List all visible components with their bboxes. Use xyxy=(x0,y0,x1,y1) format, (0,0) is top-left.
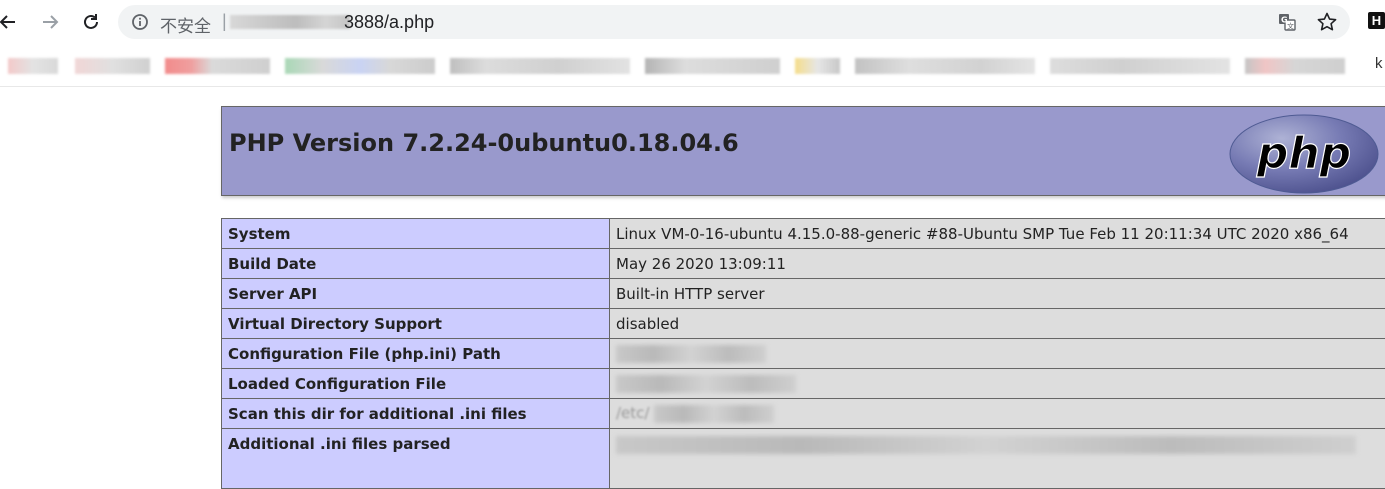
row-key: Loaded Configuration File xyxy=(222,369,610,399)
bookmark-item[interactable] xyxy=(285,58,435,74)
php-logo[interactable]: php xyxy=(1228,113,1380,195)
table-row: Loaded Configuration File xyxy=(222,369,1385,399)
page-content: PHP Version 7.2.24-0ubuntu0.18.04.6 php … xyxy=(0,87,1385,487)
security-label[interactable]: 不安全 xyxy=(160,12,211,37)
php-logo-text: php xyxy=(1256,128,1351,179)
row-key: Additional .ini files parsed xyxy=(222,429,610,489)
bookmark-item[interactable] xyxy=(855,58,1035,74)
table-row: Additional .ini files parsed xyxy=(222,429,1385,489)
row-key: Server API xyxy=(222,279,610,309)
bookmark-item[interactable] xyxy=(645,58,780,74)
reload-button[interactable] xyxy=(77,8,105,36)
info-icon[interactable] xyxy=(131,13,149,31)
row-value: May 26 2020 13:09:11 xyxy=(610,249,1385,279)
bookmark-overflow-text[interactable]: k xyxy=(1375,55,1383,72)
table-row: System Linux VM-0-16-ubuntu 4.15.0-88-ge… xyxy=(222,219,1385,249)
redaction-blur xyxy=(616,345,766,363)
table-row: Configuration File (php.ini) Path xyxy=(222,339,1385,369)
row-value-redacted xyxy=(610,429,1385,489)
row-value-redacted xyxy=(610,369,1385,399)
redaction-blur xyxy=(654,405,774,423)
row-value: Built-in HTTP server xyxy=(610,279,1385,309)
redaction-blur xyxy=(616,436,1356,454)
bookmark-item[interactable] xyxy=(1245,58,1345,74)
url-separator: | xyxy=(222,11,227,32)
table-row: Virtual Directory Support disabled xyxy=(222,309,1385,339)
row-value-redacted xyxy=(610,339,1385,369)
bookmarks-bar: k xyxy=(0,44,1385,87)
bookmark-item[interactable] xyxy=(1050,58,1230,74)
table-row: Server API Built-in HTTP server xyxy=(222,279,1385,309)
back-button[interactable] xyxy=(0,8,22,36)
row-value: /etc/ xyxy=(610,399,1385,429)
bookmark-item[interactable] xyxy=(795,58,840,74)
back-arrow-icon xyxy=(0,12,18,32)
bookmark-star-icon[interactable] xyxy=(1316,11,1338,33)
redacted-host xyxy=(230,15,350,29)
page-title: PHP Version 7.2.24-0ubuntu0.18.04.6 xyxy=(229,129,739,157)
php-version-header: PHP Version 7.2.24-0ubuntu0.18.04.6 php xyxy=(221,106,1385,196)
row-key: Scan this dir for additional .ini files xyxy=(222,399,610,429)
translate-icon[interactable]: G 文 xyxy=(1278,13,1296,31)
forward-button[interactable] xyxy=(36,8,64,36)
row-key: Configuration File (php.ini) Path xyxy=(222,339,610,369)
row-key: Build Date xyxy=(222,249,610,279)
bookmark-item[interactable] xyxy=(165,58,270,74)
forward-arrow-icon xyxy=(40,12,60,32)
row-key: System xyxy=(222,219,610,249)
extension-icon[interactable]: H xyxy=(1368,12,1385,29)
url-text[interactable]: 3888/a.php xyxy=(344,12,434,33)
browser-toolbar: 不安全 | 3888/a.php G 文 H xyxy=(0,0,1385,44)
svg-text:文: 文 xyxy=(1287,22,1294,31)
table-row: Scan this dir for additional .ini files … xyxy=(222,399,1385,429)
bookmark-item[interactable] xyxy=(8,58,58,74)
row-value-text: /etc/ xyxy=(616,404,649,422)
php-info-table: System Linux VM-0-16-ubuntu 4.15.0-88-ge… xyxy=(221,218,1385,489)
row-key: Virtual Directory Support xyxy=(222,309,610,339)
reload-icon xyxy=(81,12,101,32)
address-bar[interactable]: 不安全 | 3888/a.php G 文 xyxy=(118,5,1350,39)
bookmark-item[interactable] xyxy=(450,58,630,74)
row-value: Linux VM-0-16-ubuntu 4.15.0-88-generic #… xyxy=(610,219,1385,249)
bookmark-item[interactable] xyxy=(75,58,150,74)
table-row: Build Date May 26 2020 13:09:11 xyxy=(222,249,1385,279)
row-value: disabled xyxy=(610,309,1385,339)
redaction-blur xyxy=(616,375,796,393)
